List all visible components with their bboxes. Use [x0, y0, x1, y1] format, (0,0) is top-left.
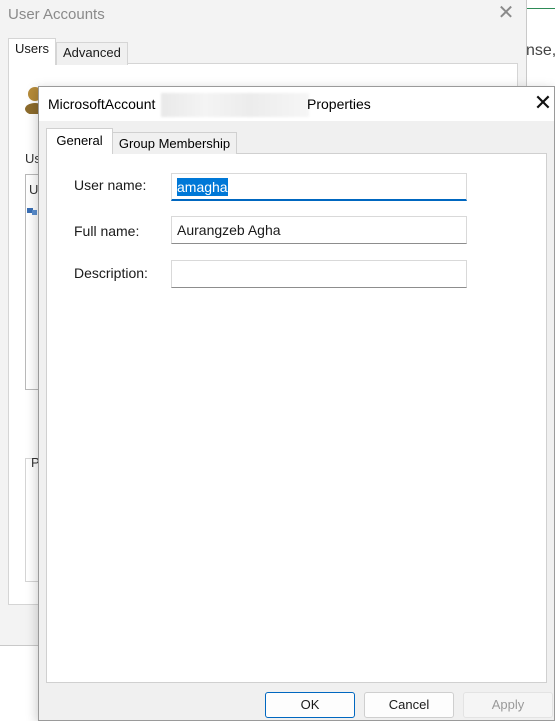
- dialog-title-prefix: MicrosoftAccount: [48, 96, 156, 112]
- background-text: nse,: [526, 42, 555, 59]
- close-icon[interactable]: ✕: [496, 2, 516, 24]
- user-name-value: amagha: [177, 178, 228, 196]
- dialog-title-suffix: Properties: [307, 96, 371, 112]
- full-name-field[interactable]: Aurangzeb Agha: [171, 216, 467, 244]
- tab-users[interactable]: Users: [8, 38, 56, 65]
- description-field[interactable]: [171, 260, 467, 288]
- properties-dialog: MicrosoftAccount Properties ✕ User name:…: [38, 86, 555, 721]
- apply-button[interactable]: Apply: [463, 692, 553, 718]
- window-title: User Accounts: [8, 6, 105, 23]
- user-name-field[interactable]: amagha: [171, 173, 467, 201]
- ok-button[interactable]: OK: [265, 692, 355, 718]
- general-tab-panel: User name: amagha Full name: Aurangzeb A…: [46, 153, 547, 683]
- tab-group-membership[interactable]: Group Membership: [112, 132, 237, 154]
- redacted-title-region: [161, 93, 309, 117]
- background-accent-line: [527, 8, 555, 9]
- tab-general[interactable]: General: [46, 128, 113, 154]
- user-name-label: User name:: [74, 177, 147, 193]
- close-icon[interactable]: ✕: [531, 91, 555, 117]
- user-icon: [27, 208, 37, 215]
- users-list-header: U: [29, 182, 39, 197]
- dialog-titlebar: MicrosoftAccount Properties ✕: [39, 87, 554, 121]
- full-name-label: Full name:: [74, 223, 140, 239]
- full-name-value: Aurangzeb Agha: [177, 222, 281, 238]
- description-label: Description:: [74, 265, 148, 281]
- tab-advanced[interactable]: Advanced: [56, 42, 128, 65]
- cancel-button[interactable]: Cancel: [364, 692, 454, 718]
